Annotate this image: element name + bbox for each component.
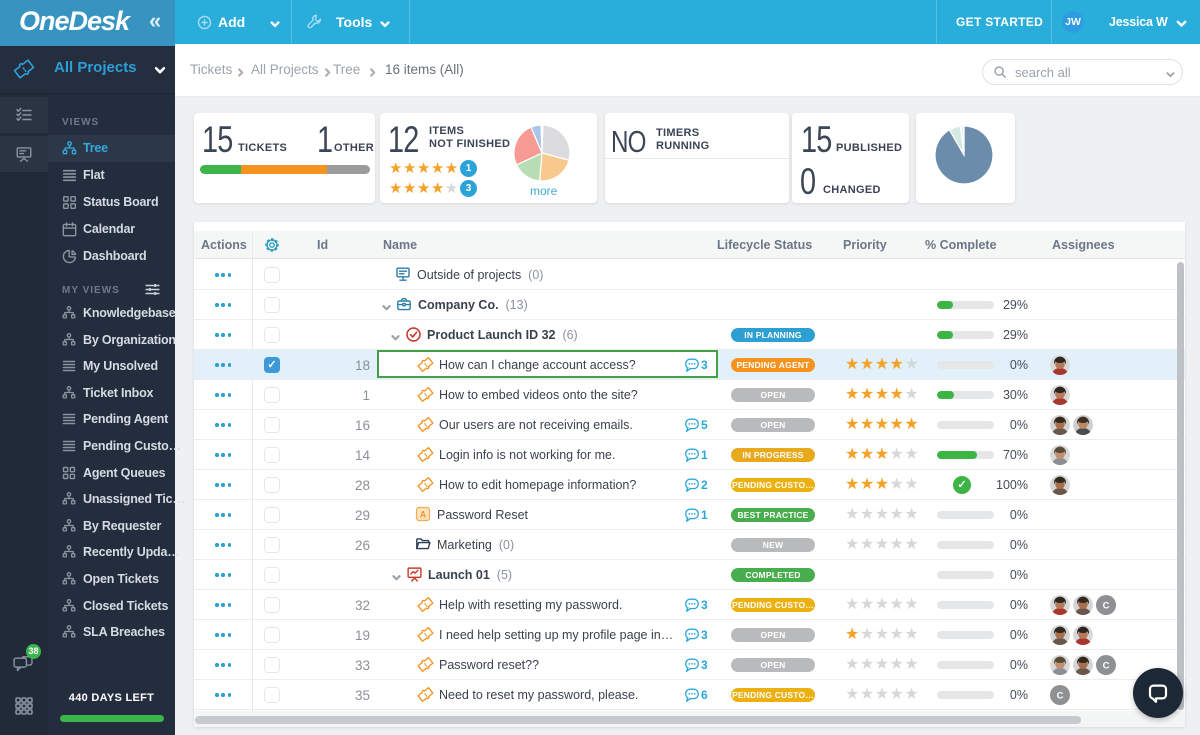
svg-text:C: C xyxy=(1103,661,1110,672)
svg-text:A: A xyxy=(420,509,427,519)
svg-text:C: C xyxy=(1057,691,1064,702)
svg-text:C: C xyxy=(1103,601,1110,612)
